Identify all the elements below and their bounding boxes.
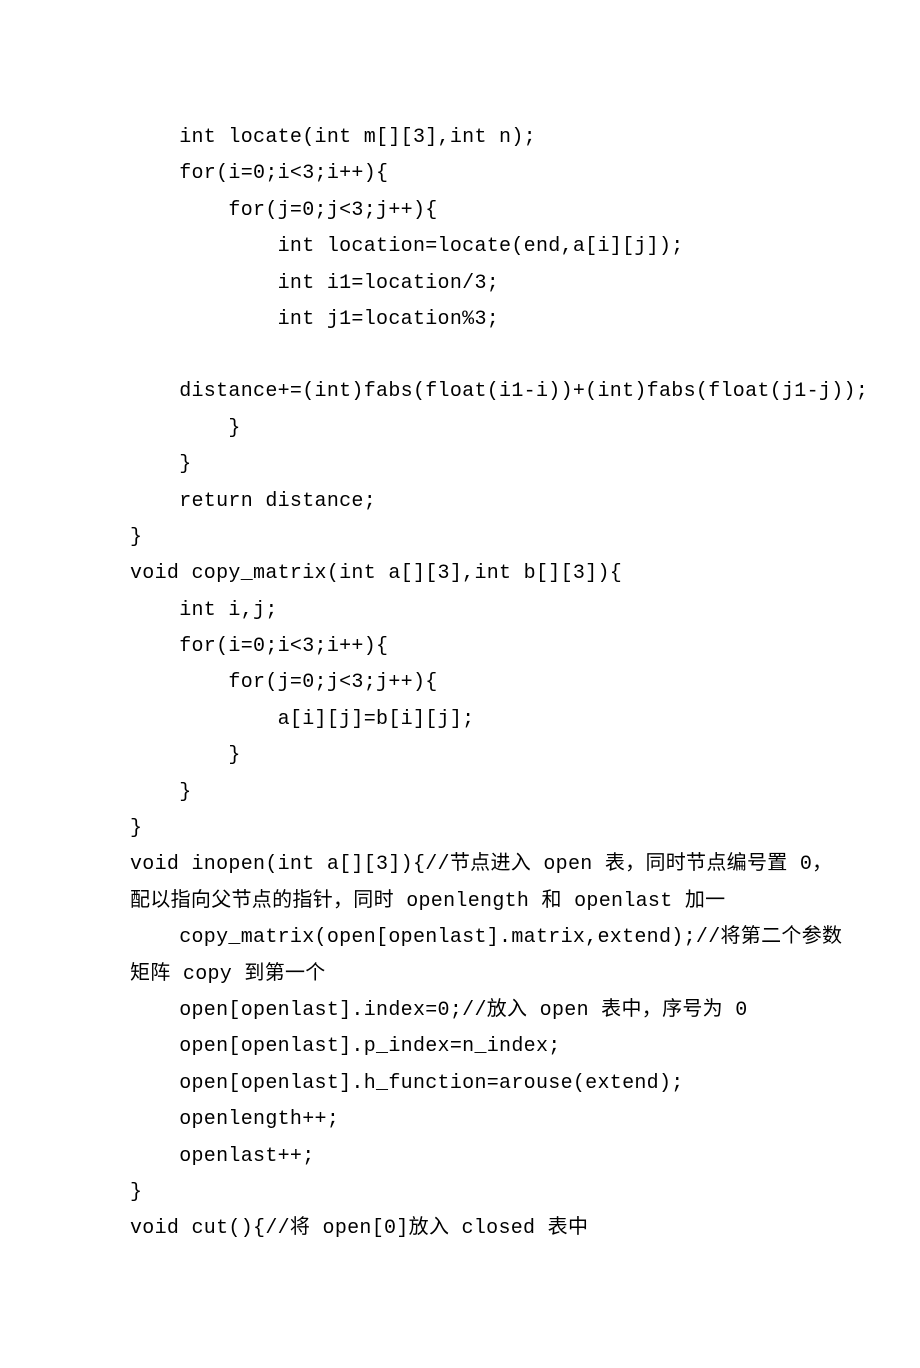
code-line: int location=locate(end,a[i][j]);	[130, 229, 790, 265]
code-line: void copy_matrix(int a[][3],int b[][3]){	[130, 556, 790, 592]
code-line: }	[130, 811, 790, 847]
code-line: int locate(int m[][3],int n);	[130, 120, 790, 156]
code-line: for(i=0;i<3;i++){	[130, 156, 790, 192]
code-line: copy_matrix(open[openlast].matrix,extend…	[130, 920, 790, 956]
code-block: int locate(int m[][3],int n); for(i=0;i<…	[130, 120, 790, 1248]
code-line: for(j=0;j<3;j++){	[130, 665, 790, 701]
code-line: 配以指向父节点的指针，同时 openlength 和 openlast 加一	[130, 884, 790, 920]
code-line: 矩阵 copy 到第一个	[130, 957, 790, 993]
code-line: distance+=(int)fabs(float(i1-i))+(int)fa…	[130, 374, 790, 410]
code-line: void inopen(int a[][3]){//节点进入 open 表，同时…	[130, 847, 790, 883]
code-line: open[openlast].h_function=arouse(extend)…	[130, 1066, 790, 1102]
code-line: open[openlast].index=0;//放入 open 表中，序号为 …	[130, 993, 790, 1029]
code-line: }	[130, 447, 790, 483]
code-line: int j1=location%3;	[130, 302, 790, 338]
code-line: }	[130, 411, 790, 447]
code-line: int i1=location/3;	[130, 266, 790, 302]
code-line: open[openlast].p_index=n_index;	[130, 1029, 790, 1065]
document-page: int locate(int m[][3],int n); for(i=0;i<…	[0, 0, 920, 1368]
code-line: }	[130, 520, 790, 556]
code-line: int i,j;	[130, 593, 790, 629]
code-line: for(i=0;i<3;i++){	[130, 629, 790, 665]
code-line: for(j=0;j<3;j++){	[130, 193, 790, 229]
code-line: a[i][j]=b[i][j];	[130, 702, 790, 738]
code-line: return distance;	[130, 484, 790, 520]
code-line: }	[130, 738, 790, 774]
code-line: void cut(){//将 open[0]放入 closed 表中	[130, 1211, 790, 1247]
code-line: openlength++;	[130, 1102, 790, 1138]
blank-line	[130, 338, 790, 374]
code-line: }	[130, 1175, 790, 1211]
code-line: openlast++;	[130, 1139, 790, 1175]
code-line: }	[130, 775, 790, 811]
